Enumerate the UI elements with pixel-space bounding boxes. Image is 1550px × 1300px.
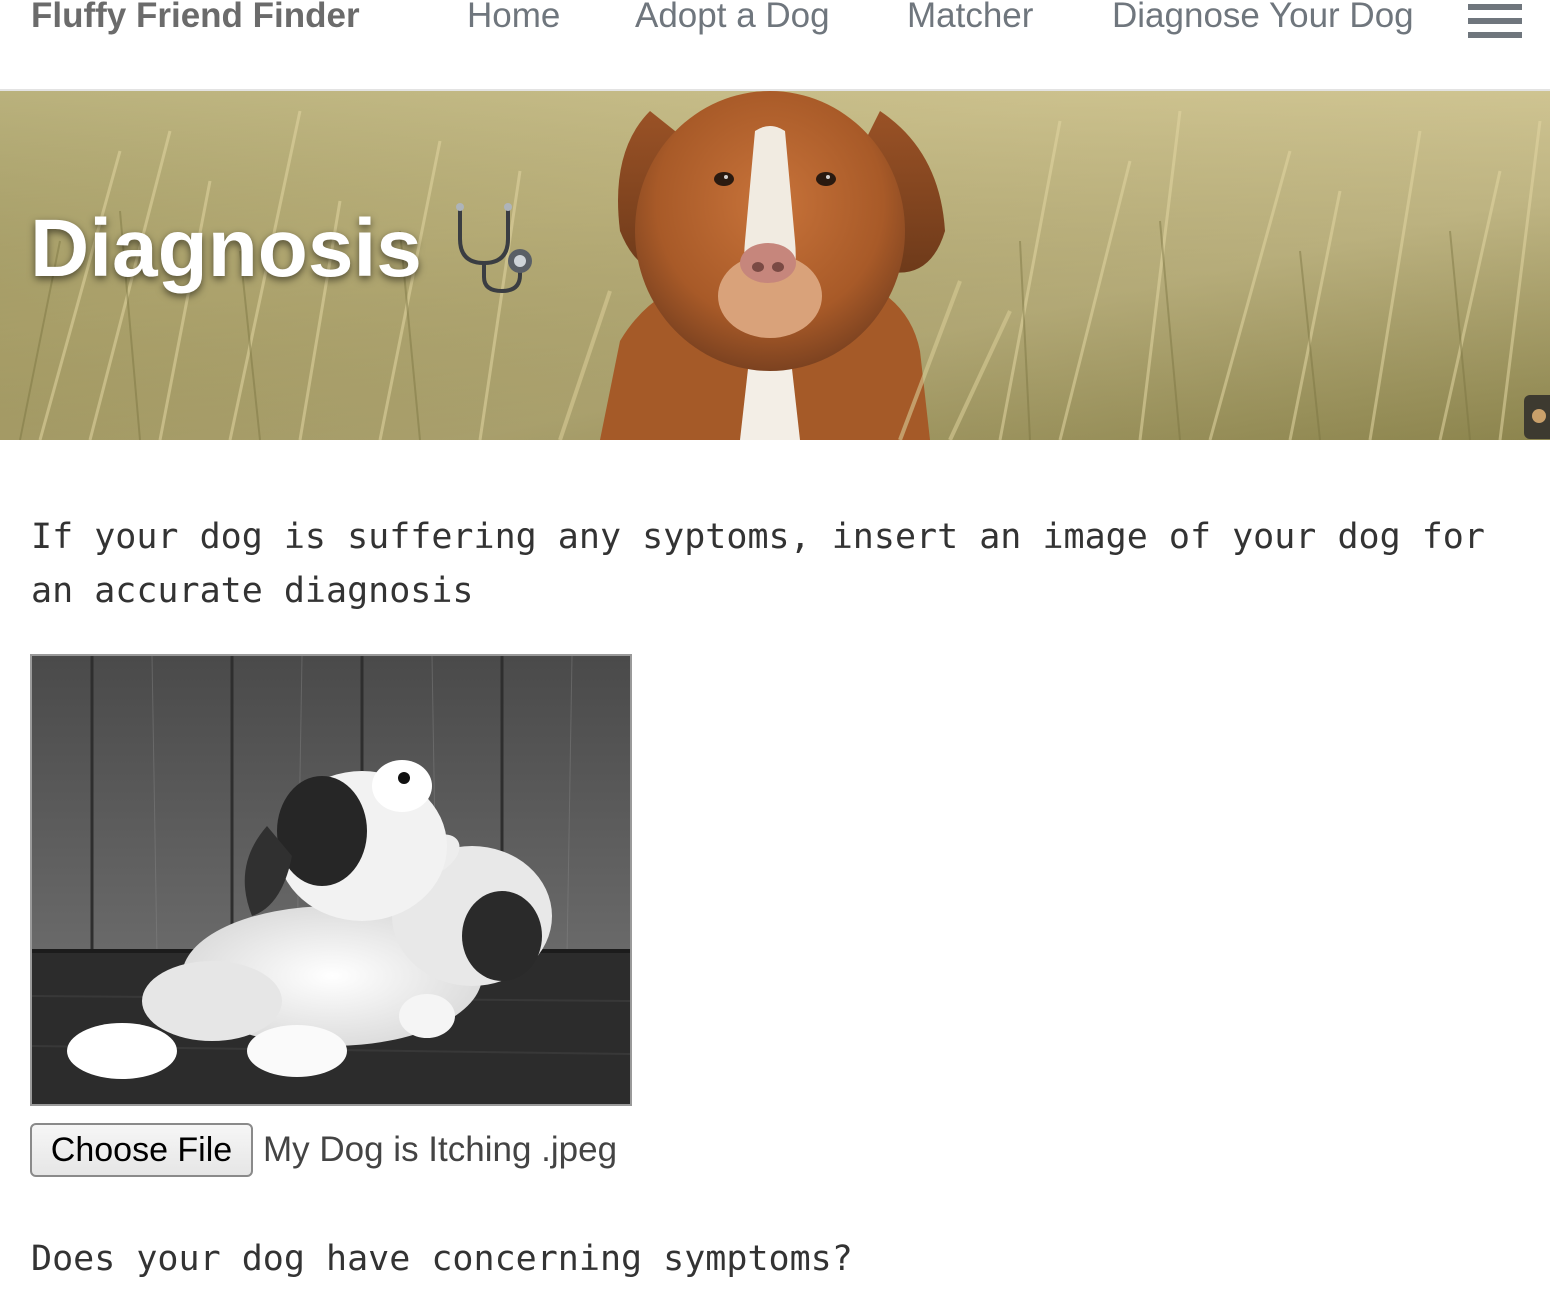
selected-file-name: My Dog is Itching .jpeg bbox=[263, 1130, 618, 1169]
nav-link-home[interactable]: Home bbox=[467, 0, 560, 38]
choose-file-button[interactable]: Choose File bbox=[30, 1123, 253, 1177]
symptoms-question: Does your dog have concerning symptoms? bbox=[31, 1239, 853, 1279]
nav-link-adopt-a-dog[interactable]: Adopt a Dog bbox=[635, 0, 830, 38]
corner-avatar-icon[interactable] bbox=[1524, 395, 1550, 439]
brand-logo-link[interactable]: Fluffy Friend Finder bbox=[31, 0, 360, 38]
hero-banner: Diagnosis bbox=[0, 89, 1550, 440]
itching-puppy-image bbox=[32, 656, 630, 1104]
uploaded-image-preview bbox=[30, 654, 632, 1106]
intro-text: If your dog is suffering any syptoms, in… bbox=[31, 517, 1485, 611]
stethoscope-icon bbox=[456, 203, 532, 294]
nav-link-matcher[interactable]: Matcher bbox=[907, 0, 1033, 38]
hamburger-menu-icon[interactable] bbox=[1468, 2, 1522, 40]
page-title: Diagnosis bbox=[30, 203, 422, 294]
nav-link-diagnose-your-dog[interactable]: Diagnose Your Dog bbox=[1112, 0, 1414, 38]
top-navbar: Fluffy Friend Finder Home Adopt a Dog Ma… bbox=[0, 0, 1550, 90]
